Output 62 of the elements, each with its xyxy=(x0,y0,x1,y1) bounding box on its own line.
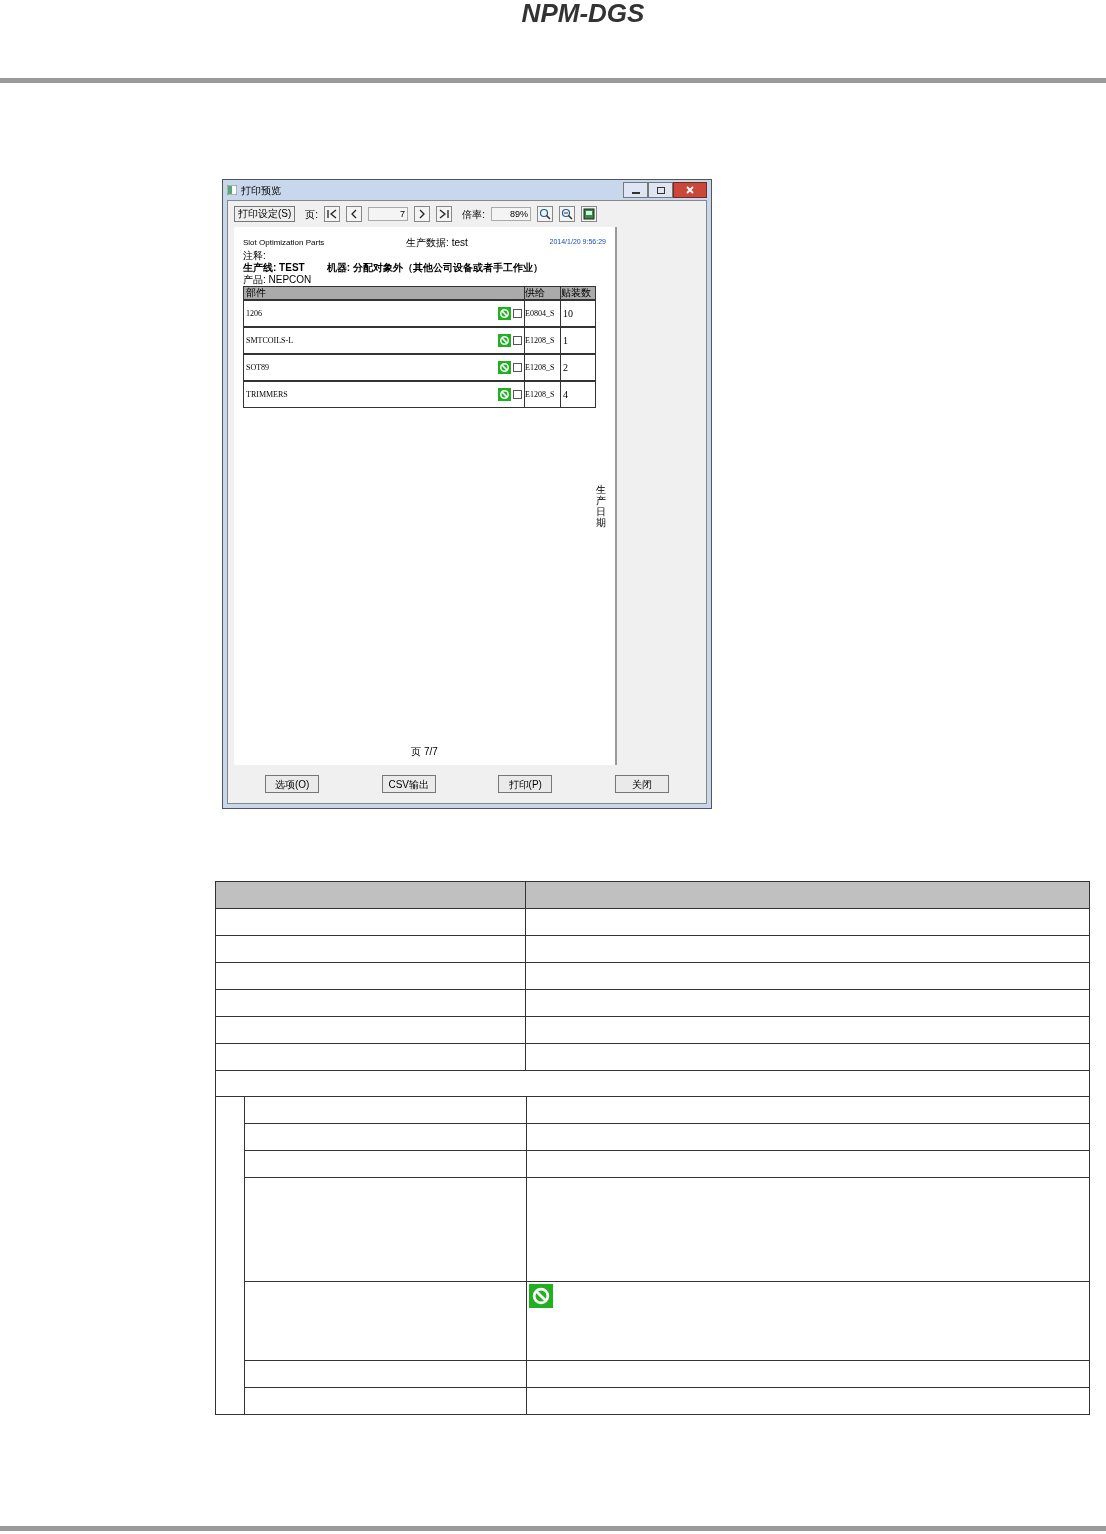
column-header: 贴装数 xyxy=(560,287,595,299)
zoom-field[interactable]: 89% xyxy=(490,207,531,221)
page-number: 页 7/7 xyxy=(411,745,438,759)
checkbox-icon xyxy=(513,336,522,345)
report-note: 注释: xyxy=(243,250,267,262)
print-setup-button[interactable]: 打印设定(S) xyxy=(234,206,296,222)
close-icon xyxy=(686,186,694,194)
vertical-side-text: 生产日期 xyxy=(596,484,606,528)
zoom-in-icon xyxy=(538,208,551,220)
count-cell: 4 xyxy=(560,382,595,407)
previous-page-button[interactable] xyxy=(346,206,363,222)
slot-cell: E1208_S xyxy=(524,328,560,353)
dialog-button[interactable]: CSV输出 xyxy=(381,775,436,793)
part-name: 1206 xyxy=(246,307,262,320)
count-cell: 1 xyxy=(560,328,595,353)
report-line: 生产线: TEST xyxy=(243,262,305,274)
checkbox-icon xyxy=(513,363,522,372)
slot-cell: E0804_S xyxy=(524,301,560,326)
zoom-in-button[interactable] xyxy=(536,206,553,222)
column-header: 供给 xyxy=(524,287,560,299)
zoom-label: 倍率: xyxy=(462,207,485,222)
maximize-icon xyxy=(656,186,665,194)
checkbox-icon xyxy=(513,309,522,318)
prohibited-icon xyxy=(529,1284,553,1308)
dialog-button[interactable]: 选项(O) xyxy=(265,775,320,793)
maximize-button[interactable] xyxy=(648,182,673,198)
window-title: 打印预览 xyxy=(241,183,281,198)
report-app-name: Slot Optimization Parts xyxy=(243,236,325,249)
prohibited-icon xyxy=(498,361,511,374)
report-machine: 机器: 分配对象外（其他公司设备或者手工作业） xyxy=(326,262,543,274)
report-product: 产品: NEPCON xyxy=(243,274,313,286)
count-cell: 10 xyxy=(560,301,595,326)
slot-cell: E1208_S xyxy=(524,382,560,407)
last-page-button[interactable] xyxy=(436,206,453,222)
column-header: 部件 xyxy=(245,287,267,299)
part-name: SMTCOILS-L xyxy=(246,334,294,347)
page-label: 页: xyxy=(305,207,319,222)
minimize-button[interactable] xyxy=(623,182,648,198)
image-button[interactable] xyxy=(580,206,597,222)
document-title: NPM-DGS xyxy=(521,0,645,26)
prohibited-icon xyxy=(498,307,511,320)
count-cell: 2 xyxy=(560,355,595,380)
image-icon xyxy=(582,208,595,220)
dialog-button[interactable]: 打印(P) xyxy=(498,775,553,793)
close-button[interactable] xyxy=(673,182,707,198)
first-page-button[interactable] xyxy=(324,206,341,222)
prohibited-icon xyxy=(498,334,511,347)
minimize-icon xyxy=(631,192,640,194)
dialog-button[interactable]: 关闭 xyxy=(614,775,669,793)
report-data-name: 生产数据: test xyxy=(406,236,468,250)
zoom-out-button[interactable] xyxy=(558,206,575,222)
next-page-button[interactable] xyxy=(414,206,431,222)
page-field[interactable]: 7 xyxy=(368,207,409,221)
slot-cell: E1208_S xyxy=(524,355,560,380)
part-name: SOT89 xyxy=(246,361,270,374)
part-name: TRIMMERS xyxy=(246,388,288,401)
prohibited-icon xyxy=(498,388,511,401)
last-page-icon xyxy=(438,208,451,220)
checkbox-icon xyxy=(513,390,522,399)
zoom-out-icon xyxy=(560,208,573,220)
first-page-icon xyxy=(326,208,339,220)
window-icon xyxy=(227,185,237,195)
